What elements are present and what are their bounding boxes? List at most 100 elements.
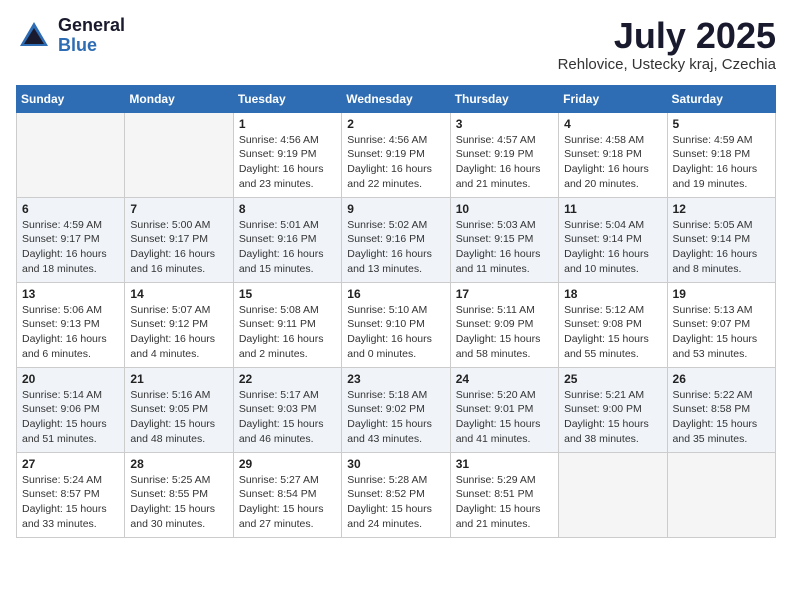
- day-number: 3: [456, 117, 553, 131]
- logo-text: General Blue: [58, 16, 125, 56]
- calendar-week-row: 20 Sunrise: 5:14 AM Sunset: 9:06 PM Dayli…: [17, 367, 776, 452]
- day-number: 11: [564, 202, 661, 216]
- day-info: Sunrise: 5:11 AM Sunset: 9:09 PM Dayligh…: [456, 303, 553, 362]
- calendar-cell: 27 Sunrise: 5:24 AM Sunset: 8:57 PM Dayli…: [17, 452, 125, 537]
- day-info: Sunrise: 5:18 AM Sunset: 9:02 PM Dayligh…: [347, 388, 444, 447]
- day-number: 25: [564, 372, 661, 386]
- weekday-header-friday: Friday: [559, 85, 667, 112]
- day-info: Sunrise: 5:28 AM Sunset: 8:52 PM Dayligh…: [347, 473, 444, 532]
- day-info: Sunrise: 5:04 AM Sunset: 9:14 PM Dayligh…: [564, 218, 661, 277]
- logo-general: General: [58, 16, 125, 36]
- calendar-cell: 31 Sunrise: 5:29 AM Sunset: 8:51 PM Dayli…: [450, 452, 558, 537]
- day-number: 17: [456, 287, 553, 301]
- day-number: 28: [130, 457, 227, 471]
- calendar-cell: 8 Sunrise: 5:01 AM Sunset: 9:16 PM Daylig…: [233, 197, 341, 282]
- day-number: 7: [130, 202, 227, 216]
- calendar-cell: 14Sunrise: 5:07 AM Sunset: 9:12 PM Dayli…: [125, 282, 233, 367]
- day-number: 14: [130, 287, 227, 301]
- calendar-cell: 25Sunrise: 5:21 AM Sunset: 9:00 PM Dayli…: [559, 367, 667, 452]
- day-number: 19: [673, 287, 770, 301]
- day-number: 16: [347, 287, 444, 301]
- weekday-header-saturday: Saturday: [667, 85, 775, 112]
- day-number: 22: [239, 372, 336, 386]
- calendar-cell: 18 Sunrise: 5:12 AM Sunset: 9:08 PM Dayli…: [559, 282, 667, 367]
- calendar-cell: 19 Sunrise: 5:13 AM Sunset: 9:07 PM Dayli…: [667, 282, 775, 367]
- day-number: 2: [347, 117, 444, 131]
- day-info: Sunrise: 5:29 AM Sunset: 8:51 PM Dayligh…: [456, 473, 553, 532]
- calendar-cell: 4Sunrise: 4:58 AM Sunset: 9:18 PM Daylig…: [559, 112, 667, 197]
- calendar-cell: [559, 452, 667, 537]
- day-number: 4: [564, 117, 661, 131]
- day-info: Sunrise: 5:06 AM Sunset: 9:13 PM Dayligh…: [22, 303, 119, 362]
- day-info: Sunrise: 4:59 AM Sunset: 9:17 PM Dayligh…: [22, 218, 119, 277]
- calendar-header-row: SundayMondayTuesdayWednesdayThursdayFrid…: [17, 85, 776, 112]
- day-info: Sunrise: 4:59 AM Sunset: 9:18 PM Dayligh…: [673, 133, 770, 192]
- calendar-cell: 28Sunrise: 5:25 AM Sunset: 8:55 PM Dayli…: [125, 452, 233, 537]
- calendar-week-row: 6Sunrise: 4:59 AM Sunset: 9:17 PM Daylig…: [17, 197, 776, 282]
- day-number: 5: [673, 117, 770, 131]
- calendar-week-row: 13Sunrise: 5:06 AM Sunset: 9:13 PM Dayli…: [17, 282, 776, 367]
- day-number: 27: [22, 457, 119, 471]
- calendar-cell: 26Sunrise: 5:22 AM Sunset: 8:58 PM Dayli…: [667, 367, 775, 452]
- day-info: Sunrise: 5:12 AM Sunset: 9:08 PM Dayligh…: [564, 303, 661, 362]
- day-info: Sunrise: 5:03 AM Sunset: 9:15 PM Dayligh…: [456, 218, 553, 277]
- day-info: Sunrise: 5:24 AM Sunset: 8:57 PM Dayligh…: [22, 473, 119, 532]
- day-info: Sunrise: 4:56 AM Sunset: 9:19 PM Dayligh…: [239, 133, 336, 192]
- calendar-cell: [125, 112, 233, 197]
- calendar-cell: 13Sunrise: 5:06 AM Sunset: 9:13 PM Dayli…: [17, 282, 125, 367]
- weekday-header-tuesday: Tuesday: [233, 85, 341, 112]
- day-number: 23: [347, 372, 444, 386]
- month-title: July 2025: [558, 16, 776, 56]
- calendar-cell: 6Sunrise: 4:59 AM Sunset: 9:17 PM Daylig…: [17, 197, 125, 282]
- calendar-cell: 2Sunrise: 4:56 AM Sunset: 9:19 PM Daylig…: [342, 112, 450, 197]
- weekday-header-monday: Monday: [125, 85, 233, 112]
- day-info: Sunrise: 5:17 AM Sunset: 9:03 PM Dayligh…: [239, 388, 336, 447]
- day-number: 30: [347, 457, 444, 471]
- calendar-cell: 9Sunrise: 5:02 AM Sunset: 9:16 PM Daylig…: [342, 197, 450, 282]
- day-info: Sunrise: 5:20 AM Sunset: 9:01 PM Dayligh…: [456, 388, 553, 447]
- day-info: Sunrise: 5:16 AM Sunset: 9:05 PM Dayligh…: [130, 388, 227, 447]
- calendar-cell: 7 Sunrise: 5:00 AM Sunset: 9:17 PM Daylig…: [125, 197, 233, 282]
- day-number: 31: [456, 457, 553, 471]
- calendar-cell: 23 Sunrise: 5:18 AM Sunset: 9:02 PM Dayli…: [342, 367, 450, 452]
- calendar-cell: 24 Sunrise: 5:20 AM Sunset: 9:01 PM Dayli…: [450, 367, 558, 452]
- day-number: 24: [456, 372, 553, 386]
- weekday-header-wednesday: Wednesday: [342, 85, 450, 112]
- calendar-cell: 30 Sunrise: 5:28 AM Sunset: 8:52 PM Dayli…: [342, 452, 450, 537]
- calendar-cell: 3 Sunrise: 4:57 AM Sunset: 9:19 PM Daylig…: [450, 112, 558, 197]
- day-number: 20: [22, 372, 119, 386]
- day-info: Sunrise: 5:00 AM Sunset: 9:17 PM Dayligh…: [130, 218, 227, 277]
- day-info: Sunrise: 5:02 AM Sunset: 9:16 PM Dayligh…: [347, 218, 444, 277]
- day-number: 29: [239, 457, 336, 471]
- day-info: Sunrise: 5:14 AM Sunset: 9:06 PM Dayligh…: [22, 388, 119, 447]
- calendar-cell: 11 Sunrise: 5:04 AM Sunset: 9:14 PM Dayli…: [559, 197, 667, 282]
- calendar-week-row: 1 Sunrise: 4:56 AM Sunset: 9:19 PM Daylig…: [17, 112, 776, 197]
- day-info: Sunrise: 5:27 AM Sunset: 8:54 PM Dayligh…: [239, 473, 336, 532]
- day-info: Sunrise: 4:57 AM Sunset: 9:19 PM Dayligh…: [456, 133, 553, 192]
- day-info: Sunrise: 5:05 AM Sunset: 9:14 PM Dayligh…: [673, 218, 770, 277]
- day-info: Sunrise: 5:13 AM Sunset: 9:07 PM Dayligh…: [673, 303, 770, 362]
- page-header: General Blue July 2025 Rehlovice, Usteck…: [16, 16, 776, 73]
- logo-blue: Blue: [58, 36, 125, 56]
- logo: General Blue: [16, 16, 125, 56]
- day-info: Sunrise: 5:10 AM Sunset: 9:10 PM Dayligh…: [347, 303, 444, 362]
- calendar-cell: 10 Sunrise: 5:03 AM Sunset: 9:15 PM Dayli…: [450, 197, 558, 282]
- day-info: Sunrise: 5:01 AM Sunset: 9:16 PM Dayligh…: [239, 218, 336, 277]
- location: Rehlovice, Ustecky kraj, Czechia: [558, 56, 776, 73]
- day-number: 18: [564, 287, 661, 301]
- calendar-week-row: 27 Sunrise: 5:24 AM Sunset: 8:57 PM Dayli…: [17, 452, 776, 537]
- calendar-cell: 1 Sunrise: 4:56 AM Sunset: 9:19 PM Daylig…: [233, 112, 341, 197]
- day-number: 8: [239, 202, 336, 216]
- calendar-cell: [667, 452, 775, 537]
- day-info: Sunrise: 5:08 AM Sunset: 9:11 PM Dayligh…: [239, 303, 336, 362]
- calendar-cell: 16 Sunrise: 5:10 AM Sunset: 9:10 PM Dayli…: [342, 282, 450, 367]
- calendar-cell: 17 Sunrise: 5:11 AM Sunset: 9:09 PM Dayli…: [450, 282, 558, 367]
- day-number: 10: [456, 202, 553, 216]
- calendar-cell: 29 Sunrise: 5:27 AM Sunset: 8:54 PM Dayli…: [233, 452, 341, 537]
- calendar-cell: 21Sunrise: 5:16 AM Sunset: 9:05 PM Dayli…: [125, 367, 233, 452]
- calendar-cell: 12 Sunrise: 5:05 AM Sunset: 9:14 PM Dayli…: [667, 197, 775, 282]
- day-number: 1: [239, 117, 336, 131]
- logo-icon: [16, 18, 52, 54]
- day-number: 12: [673, 202, 770, 216]
- day-number: 15: [239, 287, 336, 301]
